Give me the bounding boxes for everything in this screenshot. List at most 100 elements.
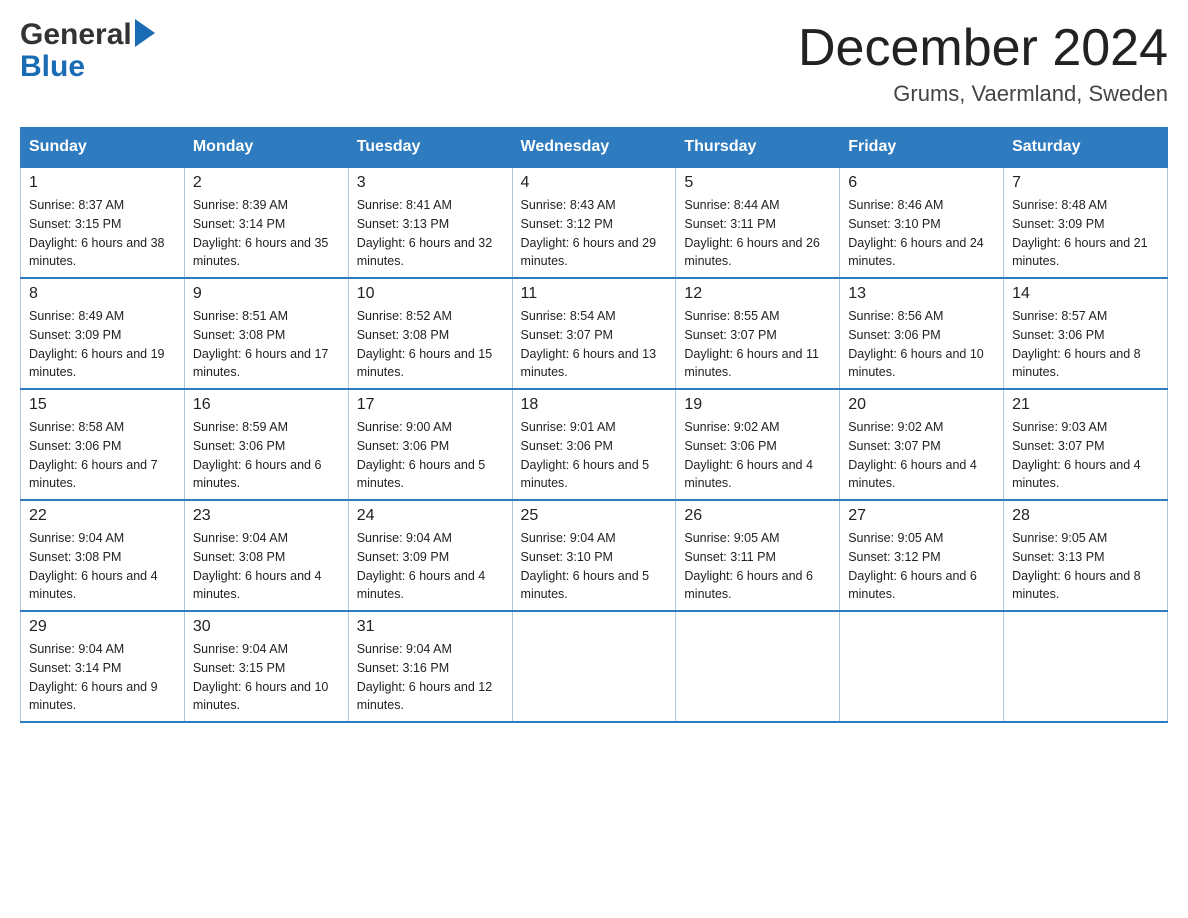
day-number: 21 xyxy=(1012,396,1159,414)
day-info: Sunrise: 9:04 AMSunset: 3:08 PMDaylight:… xyxy=(193,529,340,604)
day-number: 23 xyxy=(193,507,340,525)
calendar-cell: 26Sunrise: 9:05 AMSunset: 3:11 PMDayligh… xyxy=(676,500,840,611)
day-number: 15 xyxy=(29,396,176,414)
header-tuesday: Tuesday xyxy=(348,128,512,168)
day-info: Sunrise: 8:56 AMSunset: 3:06 PMDaylight:… xyxy=(848,307,995,382)
calendar-cell: 28Sunrise: 9:05 AMSunset: 3:13 PMDayligh… xyxy=(1004,500,1168,611)
day-info: Sunrise: 8:52 AMSunset: 3:08 PMDaylight:… xyxy=(357,307,504,382)
day-info: Sunrise: 9:00 AMSunset: 3:06 PMDaylight:… xyxy=(357,418,504,493)
day-number: 14 xyxy=(1012,285,1159,303)
day-number: 4 xyxy=(521,174,668,192)
calendar-cell: 21 Sunrise: 9:03 AMSunset: 3:07 PMDayligh… xyxy=(1004,389,1168,500)
logo-general-text: General xyxy=(20,20,132,50)
calendar-cell: 2 Sunrise: 8:39 AMSunset: 3:14 PMDaylight… xyxy=(184,167,348,278)
day-number: 13 xyxy=(848,285,995,303)
calendar-week-row: 1Sunrise: 8:37 AMSunset: 3:15 PMDaylight… xyxy=(21,167,1168,278)
day-number: 22 xyxy=(29,507,176,525)
day-info: Sunrise: 9:02 AMSunset: 3:06 PMDaylight:… xyxy=(684,418,831,493)
calendar-cell: 17 Sunrise: 9:00 AMSunset: 3:06 PMDayligh… xyxy=(348,389,512,500)
title-block: December 2024 Grums, Vaermland, Sweden xyxy=(798,20,1168,107)
calendar-week-row: 15Sunrise: 8:58 AMSunset: 3:06 PMDayligh… xyxy=(21,389,1168,500)
calendar-cell: 16 Sunrise: 8:59 AMSunset: 3:06 PMDayligh… xyxy=(184,389,348,500)
day-number: 1 xyxy=(29,174,176,192)
day-info: Sunrise: 9:03 AMSunset: 3:07 PMDaylight:… xyxy=(1012,418,1159,493)
day-number: 27 xyxy=(848,507,995,525)
header-monday: Monday xyxy=(184,128,348,168)
header-friday: Friday xyxy=(840,128,1004,168)
day-info: Sunrise: 9:01 AMSunset: 3:06 PMDaylight:… xyxy=(521,418,668,493)
logo-arrow-icon xyxy=(135,19,155,47)
day-info: Sunrise: 9:05 AMSunset: 3:12 PMDaylight:… xyxy=(848,529,995,604)
day-number: 19 xyxy=(684,396,831,414)
calendar-cell: 29Sunrise: 9:04 AMSunset: 3:14 PMDayligh… xyxy=(21,611,185,722)
calendar-cell: 9Sunrise: 8:51 AMSunset: 3:08 PMDaylight… xyxy=(184,278,348,389)
day-info: Sunrise: 8:54 AMSunset: 3:07 PMDaylight:… xyxy=(521,307,668,382)
calendar-cell: 27 Sunrise: 9:05 AMSunset: 3:12 PMDayligh… xyxy=(840,500,1004,611)
header-saturday: Saturday xyxy=(1004,128,1168,168)
day-number: 18 xyxy=(521,396,668,414)
calendar-cell: 24Sunrise: 9:04 AMSunset: 3:09 PMDayligh… xyxy=(348,500,512,611)
month-title: December 2024 xyxy=(798,20,1168,77)
day-info: Sunrise: 8:49 AMSunset: 3:09 PMDaylight:… xyxy=(29,307,176,382)
page-header: General Blue December 2024 Grums, Vaerml… xyxy=(20,20,1168,107)
location-title: Grums, Vaermland, Sweden xyxy=(798,81,1168,107)
calendar-cell: 19 Sunrise: 9:02 AMSunset: 3:06 PMDayligh… xyxy=(676,389,840,500)
day-info: Sunrise: 8:57 AMSunset: 3:06 PMDaylight:… xyxy=(1012,307,1159,382)
calendar-cell: 5Sunrise: 8:44 AMSunset: 3:11 PMDaylight… xyxy=(676,167,840,278)
calendar-week-row: 22 Sunrise: 9:04 AMSunset: 3:08 PMDayligh… xyxy=(21,500,1168,611)
day-info: Sunrise: 8:51 AMSunset: 3:08 PMDaylight:… xyxy=(193,307,340,382)
day-number: 7 xyxy=(1012,174,1159,192)
day-number: 11 xyxy=(521,285,668,303)
day-info: Sunrise: 9:02 AMSunset: 3:07 PMDaylight:… xyxy=(848,418,995,493)
day-number: 5 xyxy=(684,174,831,192)
calendar-cell: 8 Sunrise: 8:49 AMSunset: 3:09 PMDaylight… xyxy=(21,278,185,389)
day-info: Sunrise: 9:04 AMSunset: 3:08 PMDaylight:… xyxy=(29,529,176,604)
calendar-cell: 13 Sunrise: 8:56 AMSunset: 3:06 PMDayligh… xyxy=(840,278,1004,389)
day-info: Sunrise: 9:04 AMSunset: 3:15 PMDaylight:… xyxy=(193,640,340,715)
day-info: Sunrise: 8:48 AMSunset: 3:09 PMDaylight:… xyxy=(1012,196,1159,271)
day-number: 6 xyxy=(848,174,995,192)
day-number: 24 xyxy=(357,507,504,525)
calendar-cell: 6 Sunrise: 8:46 AMSunset: 3:10 PMDaylight… xyxy=(840,167,1004,278)
calendar-cell: 7 Sunrise: 8:48 AMSunset: 3:09 PMDaylight… xyxy=(1004,167,1168,278)
day-number: 2 xyxy=(193,174,340,192)
calendar-cell: 10 Sunrise: 8:52 AMSunset: 3:08 PMDayligh… xyxy=(348,278,512,389)
day-info: Sunrise: 8:41 AMSunset: 3:13 PMDaylight:… xyxy=(357,196,504,271)
header-sunday: Sunday xyxy=(21,128,185,168)
calendar-cell: 20 Sunrise: 9:02 AMSunset: 3:07 PMDayligh… xyxy=(840,389,1004,500)
day-info: Sunrise: 9:04 AMSunset: 3:16 PMDaylight:… xyxy=(357,640,504,715)
calendar-cell: 15Sunrise: 8:58 AMSunset: 3:06 PMDayligh… xyxy=(21,389,185,500)
day-info: Sunrise: 9:05 AMSunset: 3:13 PMDaylight:… xyxy=(1012,529,1159,604)
calendar-cell xyxy=(512,611,676,722)
day-number: 8 xyxy=(29,285,176,303)
day-number: 16 xyxy=(193,396,340,414)
calendar-cell xyxy=(676,611,840,722)
day-number: 31 xyxy=(357,618,504,636)
day-info: Sunrise: 9:05 AMSunset: 3:11 PMDaylight:… xyxy=(684,529,831,604)
calendar-header-row: SundayMondayTuesdayWednesdayThursdayFrid… xyxy=(21,128,1168,168)
calendar-cell: 11 Sunrise: 8:54 AMSunset: 3:07 PMDayligh… xyxy=(512,278,676,389)
calendar-cell: 1Sunrise: 8:37 AMSunset: 3:15 PMDaylight… xyxy=(21,167,185,278)
day-number: 17 xyxy=(357,396,504,414)
calendar-cell: 3 Sunrise: 8:41 AMSunset: 3:13 PMDaylight… xyxy=(348,167,512,278)
calendar-cell: 23 Sunrise: 9:04 AMSunset: 3:08 PMDayligh… xyxy=(184,500,348,611)
calendar-table: SundayMondayTuesdayWednesdayThursdayFrid… xyxy=(20,127,1168,723)
header-wednesday: Wednesday xyxy=(512,128,676,168)
calendar-cell xyxy=(840,611,1004,722)
day-info: Sunrise: 8:59 AMSunset: 3:06 PMDaylight:… xyxy=(193,418,340,493)
calendar-cell: 25Sunrise: 9:04 AMSunset: 3:10 PMDayligh… xyxy=(512,500,676,611)
day-info: Sunrise: 8:46 AMSunset: 3:10 PMDaylight:… xyxy=(848,196,995,271)
day-number: 12 xyxy=(684,285,831,303)
calendar-cell: 18 Sunrise: 9:01 AMSunset: 3:06 PMDayligh… xyxy=(512,389,676,500)
day-number: 20 xyxy=(848,396,995,414)
logo-blue-text: Blue xyxy=(20,50,85,84)
calendar-cell: 31 Sunrise: 9:04 AMSunset: 3:16 PMDayligh… xyxy=(348,611,512,722)
calendar-cell: 4Sunrise: 8:43 AMSunset: 3:12 PMDaylight… xyxy=(512,167,676,278)
day-number: 10 xyxy=(357,285,504,303)
day-number: 25 xyxy=(521,507,668,525)
calendar-week-row: 29Sunrise: 9:04 AMSunset: 3:14 PMDayligh… xyxy=(21,611,1168,722)
day-number: 3 xyxy=(357,174,504,192)
day-number: 29 xyxy=(29,618,176,636)
day-info: Sunrise: 8:39 AMSunset: 3:14 PMDaylight:… xyxy=(193,196,340,271)
logo: General Blue xyxy=(20,20,155,84)
